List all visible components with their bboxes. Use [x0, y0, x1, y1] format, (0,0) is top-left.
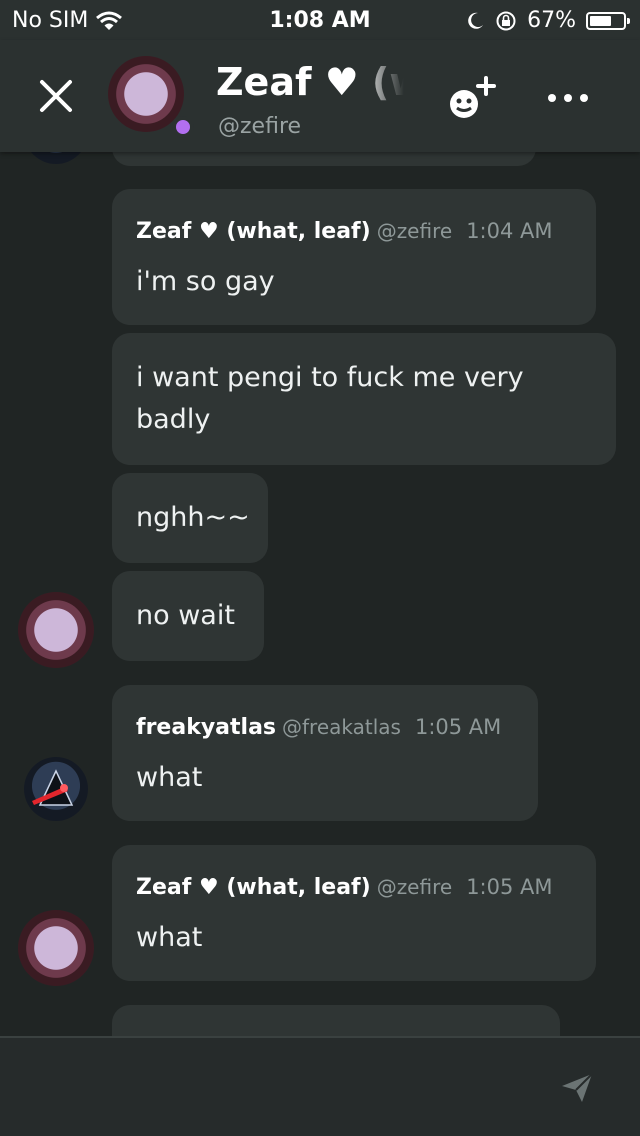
- message-bubble[interactable]: nghh~~: [112, 473, 268, 563]
- avatar[interactable]: [18, 592, 94, 668]
- send-icon[interactable]: [560, 1072, 594, 1104]
- avatar-art-icon: [32, 769, 74, 806]
- message-composer[interactable]: [0, 1036, 640, 1136]
- message-timestamp: 1:04 AM: [466, 219, 553, 243]
- message-bubble[interactable]: freakyatlas @freakatlas 1:05 AM what: [112, 685, 538, 821]
- battery-icon: [586, 11, 630, 30]
- battery-fill: [590, 15, 612, 26]
- message-text: i'm so gay: [136, 266, 275, 297]
- author-name[interactable]: Zeaf ♥ (what, leaf): [136, 219, 371, 244]
- page-title: Zeaf ♥ (what, leaf): [216, 60, 404, 104]
- author-handle: @zefire: [376, 219, 453, 243]
- online-status-dot: [172, 116, 194, 138]
- author-name[interactable]: freakyatlas: [136, 715, 276, 740]
- message-bubble[interactable]: [112, 1005, 560, 1036]
- battery-tip: [627, 17, 630, 24]
- close-icon[interactable]: [36, 76, 76, 116]
- battery-percent: 67%: [527, 8, 576, 33]
- author-name[interactable]: Zeaf ♥ (what, leaf): [136, 875, 371, 900]
- header-handle: @zefire: [218, 114, 302, 139]
- message-text: what: [136, 922, 203, 953]
- message-text: no wait: [136, 600, 235, 631]
- message-bubble[interactable]: no wait: [112, 571, 264, 661]
- avatar[interactable]: [18, 910, 94, 986]
- status-right: 67%: [465, 8, 630, 33]
- more-icon[interactable]: [546, 88, 590, 108]
- chat-header: Zeaf ♥ (what, leaf) @zefire: [0, 40, 640, 152]
- message-text-line: badly: [136, 404, 211, 435]
- message-timestamp: 1:05 AM: [466, 875, 553, 899]
- message-bubble[interactable]: i want pengi to fuck me very badly: [112, 333, 616, 465]
- message-text-line: i want pengi to fuck me very: [136, 362, 524, 393]
- author-handle: @freakatlas: [282, 715, 401, 739]
- rotation-lock-icon: [496, 11, 516, 30]
- message-text: i want pengi to fuck me very badly: [136, 357, 524, 441]
- author-handle: @zefire: [376, 875, 453, 899]
- message-bubble[interactable]: Zeaf ♥ (what, leaf) @zefire 1:04 AM i'm so…: [112, 189, 596, 325]
- message-header: Zeaf ♥ (what, leaf) @zefire 1:04 AM: [136, 219, 553, 244]
- add-friend-icon[interactable]: [446, 74, 498, 120]
- message-timestamp: 1:05 AM: [414, 715, 502, 739]
- moon-icon: [468, 12, 484, 29]
- message-header: Zeaf ♥ (what, leaf) @zefire 1:05 AM: [136, 875, 553, 900]
- status-bar: No SIM 1:08 AM 67%: [0, 0, 640, 40]
- message-bubble[interactable]: Zeaf ♥ (what, leaf) @zefire 1:05 AM what: [112, 845, 596, 981]
- message-header: freakyatlas @freakatlas 1:05 AM: [136, 715, 501, 740]
- message-text: nghh~~: [136, 502, 250, 533]
- message-text: what: [136, 762, 203, 793]
- message-list[interactable]: Zeaf ♥ (what, leaf) @zefire 1:04 AM i'm so…: [0, 40, 640, 1036]
- avatar[interactable]: [24, 757, 88, 821]
